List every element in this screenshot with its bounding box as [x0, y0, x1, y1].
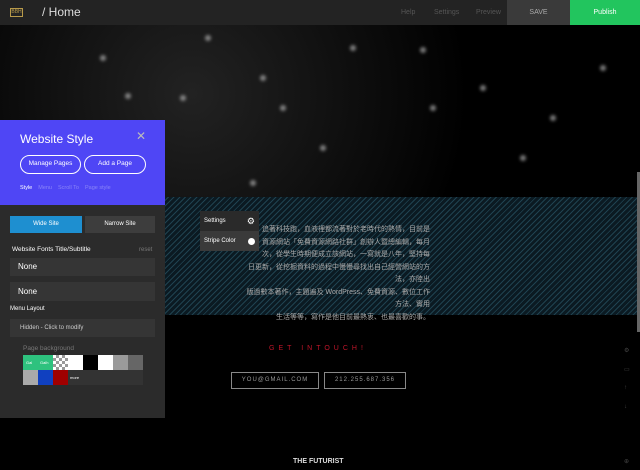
tab-menu[interactable]: Menu: [38, 185, 52, 191]
save-button[interactable]: SAVE: [507, 0, 570, 25]
panel-title: Website Style: [20, 132, 94, 146]
gear-icon: ⚙: [246, 215, 255, 226]
arrow-down-icon[interactable]: ↓: [624, 404, 627, 410]
comment-icon[interactable]: ▭: [624, 366, 630, 373]
settings-link[interactable]: Settings: [434, 9, 459, 16]
swatch-transparent[interactable]: [53, 355, 68, 370]
close-icon[interactable]: ✕: [136, 129, 146, 143]
narrow-site-button[interactable]: Narrow Site: [85, 216, 155, 233]
settings-icon[interactable]: ⚙: [624, 347, 629, 354]
swatch[interactable]: [23, 370, 38, 385]
swatch[interactable]: [53, 370, 68, 385]
more-swatches-button[interactable]: more: [68, 370, 143, 385]
swatch[interactable]: [113, 355, 128, 370]
swatch[interactable]: [83, 355, 98, 370]
tab-style[interactable]: Style: [20, 185, 32, 191]
bio-text: 追著科技跑，血液裡都流著對於老時代的熱情，目前是 資源網站「免費資源網路社群」創辦…: [246, 226, 430, 321]
add-icon[interactable]: ⊕: [624, 458, 629, 465]
color-dot-icon: [248, 237, 255, 245]
preview-link[interactable]: Preview: [476, 9, 501, 16]
settings-option[interactable]: Settings ⚙: [200, 211, 259, 231]
email-button[interactable]: YOU@GMAIL.COM: [231, 372, 319, 389]
wide-site-button[interactable]: Wide Site: [10, 216, 82, 233]
swatch[interactable]: Gal: [23, 355, 38, 370]
menu-layout-label: Menu Layout: [10, 306, 45, 312]
breadcrumb: / Home: [42, 5, 81, 19]
swatch[interactable]: [68, 355, 83, 370]
add-page-button[interactable]: Add a Page: [84, 155, 146, 174]
tab-scroll-to[interactable]: Scroll To: [58, 185, 79, 191]
page-background-label: Page background: [23, 345, 74, 352]
stripe-color-option[interactable]: Stripe Color: [200, 231, 259, 251]
website-style-panel: Website Style ✕ Manage Pages Add a Page …: [0, 120, 165, 418]
site-logo[interactable]: BBH: [10, 8, 23, 17]
arrow-up-icon[interactable]: ↑: [624, 385, 627, 391]
swatch[interactable]: [98, 355, 113, 370]
fonts-label: Website Fonts Title/Subtitle: [12, 246, 91, 253]
get-in-touch-heading: GET INTOUCH!: [269, 345, 367, 352]
footer-title: THE FUTURIST: [293, 458, 344, 465]
menu-layout-select[interactable]: Hidden - Click to modify: [10, 319, 155, 337]
manage-pages-button[interactable]: Manage Pages: [20, 155, 81, 174]
top-bar: BBH / Home Help Settings Preview SAVE Pu…: [0, 0, 640, 25]
swatch[interactable]: Galh: [38, 355, 53, 370]
swatch[interactable]: [128, 355, 143, 370]
subtitle-font-select[interactable]: None: [10, 282, 155, 301]
phone-button[interactable]: 212.255.687.356: [324, 372, 406, 389]
swatch[interactable]: [38, 370, 53, 385]
help-link[interactable]: Help: [401, 9, 415, 16]
reset-link[interactable]: reset: [139, 247, 152, 253]
title-font-select[interactable]: None: [10, 258, 155, 276]
tab-page-style[interactable]: Page style: [85, 185, 111, 191]
section-popup: Settings ⚙ Stripe Color: [200, 211, 259, 251]
publish-button[interactable]: Publish: [570, 0, 640, 25]
